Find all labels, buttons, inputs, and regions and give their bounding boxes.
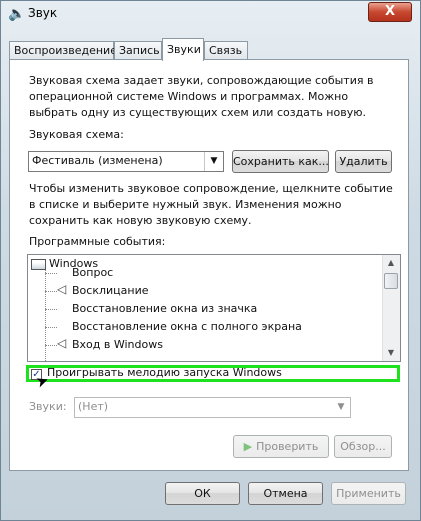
chevron-down-icon: ▼ [204,152,223,171]
sound-dialog: 🔈 Звук X Воспроизведение Запись Звуки Св… [0,0,421,521]
speaker-icon: 🔈 [8,6,26,22]
apply-button[interactable]: Применить [331,482,406,505]
scheme-select-value: Фестиваль (изменена) [32,154,163,167]
cancel-button[interactable]: Отмена [248,482,323,505]
browse-button[interactable]: Обзор... [334,435,392,458]
list-item-label: Восстановление окна с полного экрана [72,320,302,333]
chevron-down-icon: ▼ [337,402,345,412]
scheme-label: Звуковая схема: [29,128,124,141]
list-item-label: Восстановление окна из значка [72,302,258,315]
events-label: Программные события: [29,235,166,248]
close-button[interactable]: X [368,2,412,22]
tree-connector [45,345,57,346]
test-button[interactable]: ▶ Проверить [233,435,329,458]
list-item-label: Вопрос [72,266,114,279]
scroll-down-icon[interactable]: ▼ [383,345,399,361]
tab-playback[interactable]: Воспроизведение [9,41,117,60]
instructions-text: Чтобы изменить звуковое сопровождение, щ… [29,182,393,227]
speaker-icon: ◁ [57,282,67,296]
save-as-button[interactable]: Сохранить как... [232,150,329,173]
tree-connector [45,327,57,328]
list-item[interactable]: Вопрос [72,264,113,282]
list-item[interactable]: Восстановление окна с полного экрана [72,318,302,336]
program-events-list[interactable]: Windows Вопрос ◁ Восклицание Восстановле… [27,254,401,362]
tree-connector [45,309,57,310]
scheme-select[interactable]: Фестиваль (изменена) ▼ [28,151,224,172]
list-item[interactable]: Восстановление окна из значка [72,300,257,318]
scroll-thumb[interactable] [384,273,398,289]
speaker-icon: ◁ [57,336,67,350]
tree-connector [45,291,57,292]
tab-recording[interactable]: Запись [114,41,162,60]
sound-file-select[interactable]: (Нет) ▼ [74,397,351,418]
list-item[interactable]: Восклицание [72,282,148,300]
play-icon: ▶ [243,440,253,453]
delete-scheme-button[interactable]: Удалить [335,150,392,173]
scroll-up-icon[interactable]: ▲ [383,255,399,271]
tab-sounds[interactable]: Звуки [162,38,204,61]
tree-connector [45,269,46,361]
events-scrollbar[interactable]: ▲ ▼ [382,255,400,361]
window-title: Звук [28,6,58,20]
sounds-panel: Звуковая схема задает звуки, сопровождаю… [9,59,409,471]
scheme-description: Звуковая схема задает звуки, сопровождаю… [29,74,374,119]
tab-communications[interactable]: Связь [204,41,248,60]
startup-sound-label: Проигрывать мелодию запуска Windows [47,366,282,379]
sounds-label: Звуки: [29,400,67,413]
list-item-label: Восклицание [72,284,149,297]
test-button-label: Проверить [256,440,319,453]
tree-connector [45,273,57,274]
window-icon [31,258,46,270]
list-item-label: Вход в Windows [72,338,163,351]
list-item[interactable]: Вход в Windows [72,336,163,354]
title-bar[interactable]: 🔈 Звук X [1,1,420,27]
sound-file-value: (Нет) [78,400,109,413]
ok-button[interactable]: ОК [165,482,240,505]
